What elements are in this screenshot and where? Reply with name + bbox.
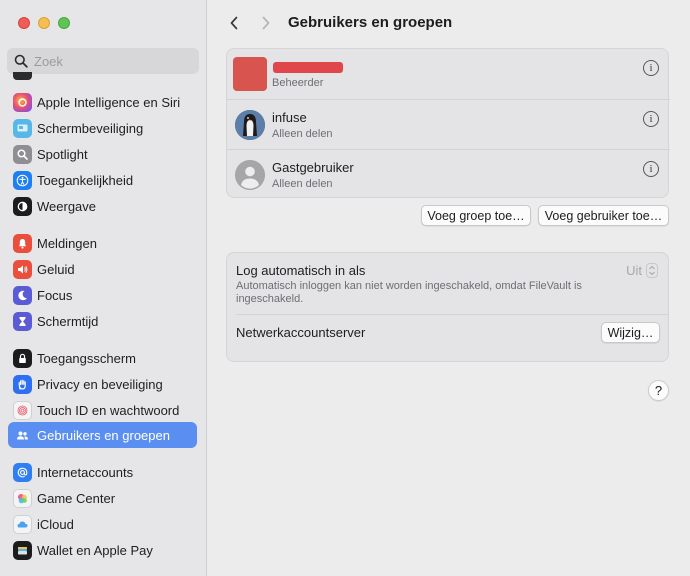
game-center-icon [13, 488, 32, 508]
siri-icon [13, 92, 32, 112]
user-row-infuse[interactable]: infuse Alleen delen i [227, 99, 670, 149]
info-icon[interactable]: i [643, 60, 659, 76]
info-icon[interactable]: i [643, 161, 659, 177]
sidebar-item-lock-screen[interactable]: Toegangsscherm [8, 345, 197, 371]
sidebar-item-icloud[interactable]: iCloud [8, 511, 197, 537]
sidebar-item-label: Spotlight [37, 146, 88, 162]
sidebar-item-sound[interactable]: Geluid [8, 256, 197, 282]
user-row-admin[interactable]: Beheerder i [227, 49, 670, 99]
sidebar-item-screentime[interactable]: Schermtijd [8, 308, 197, 334]
sidebar-item-users-groups[interactable]: Gebruikers en groepen [8, 422, 197, 448]
add-user-button[interactable]: Voeg gebruiker toe… [538, 205, 669, 226]
sidebar-item-label: Focus [37, 287, 73, 303]
sidebar-item-internet-accounts[interactable]: Internetaccounts [8, 459, 197, 485]
sidebar-item-label: Weergave [37, 198, 97, 214]
sidebar-item-screensaver[interactable]: Schermbeveiliging [8, 115, 197, 141]
focus-icon [13, 285, 32, 305]
screentime-icon [13, 311, 32, 331]
sidebar-item-label: Game Center [37, 490, 116, 506]
screensaver-icon [13, 118, 32, 138]
sidebar-item-label: Schermtijd [37, 313, 99, 329]
window-controls [18, 17, 70, 29]
sidebar-item-touch-id[interactable]: Touch ID en wachtwoord [8, 397, 197, 423]
notifications-icon [13, 233, 32, 253]
sidebar-item-label: Apple Intelligence en Siri [37, 94, 181, 110]
search-input[interactable] [34, 53, 184, 69]
sidebar-item-label: Internetaccounts [37, 464, 134, 480]
popup-stepper-icon [646, 263, 658, 278]
wallet-icon [13, 540, 32, 560]
avatar [235, 110, 265, 140]
appearance-icon [13, 196, 32, 216]
users-list: Beheerder i infuse Alleen delen i Gastge… [226, 48, 670, 199]
sidebar: Apple Intelligence en Siri Schermbeveili… [0, 0, 207, 576]
spotlight-icon [13, 144, 32, 164]
sidebar-item-spotlight[interactable]: Spotlight [8, 141, 197, 167]
minimize-window-button[interactable] [38, 17, 50, 29]
sidebar-item-accessibility[interactable]: Toegankelijkheid [8, 167, 197, 193]
login-options: Log automatisch in als Uit Automatisch i… [226, 252, 669, 362]
help-button[interactable]: ? [648, 380, 669, 401]
page-title: Gebruikers en groepen [288, 14, 453, 31]
sidebar-item-label: iCloud [37, 516, 74, 532]
sidebar-item-privacy[interactable]: Privacy en beveiliging [8, 371, 197, 397]
close-window-button[interactable] [18, 17, 30, 29]
search-icon [14, 54, 28, 68]
sidebar-item-scrolled[interactable] [8, 72, 197, 80]
sidebar-item-wallet[interactable]: Wallet en Apple Pay [8, 537, 197, 563]
partial-icon [13, 72, 32, 80]
sidebar-item-label: Schermbeveiliging [37, 120, 144, 136]
privacy-hand-icon [13, 374, 32, 394]
search-field[interactable] [7, 48, 199, 74]
accessibility-icon [13, 170, 32, 190]
sidebar-item-label: Gebruikers en groepen [37, 427, 170, 443]
back-button[interactable] [224, 13, 244, 33]
sidebar-item-game-center[interactable]: Game Center [8, 485, 197, 511]
sidebar-item-label: Meldingen [37, 235, 97, 251]
divider [236, 314, 668, 315]
sidebar-item-focus[interactable]: Focus [8, 282, 197, 308]
sidebar-item-notifications[interactable]: Meldingen [8, 230, 197, 256]
sidebar-item-apple-intelligence[interactable]: Apple Intelligence en Siri [8, 89, 197, 115]
sidebar-item-label: Toegankelijkheid [37, 172, 134, 188]
at-icon [13, 462, 32, 482]
forward-button[interactable] [256, 13, 276, 33]
redacted-user-name [273, 62, 343, 73]
network-account-label: Netwerkaccountserver [236, 325, 366, 340]
sound-icon [13, 259, 32, 279]
sidebar-item-label: Touch ID en wachtwoord [37, 402, 180, 418]
add-group-button[interactable]: Voeg groep toe… [421, 205, 531, 226]
avatar [235, 160, 265, 190]
icloud-icon [13, 514, 32, 534]
zoom-window-button[interactable] [58, 17, 70, 29]
lock-screen-icon [13, 348, 32, 368]
main-content: Gebruikers en groepen Beheerder i infuse… [208, 0, 690, 576]
chevron-right-icon [262, 16, 270, 30]
sidebar-item-label: Toegangsscherm [37, 350, 136, 366]
auto-login-value: Uit [626, 263, 642, 278]
user-row-guest[interactable]: Gastgebruiker Alleen delen i [227, 149, 670, 199]
auto-login-label: Log automatisch in als [236, 263, 366, 278]
users-icon [13, 426, 32, 445]
sidebar-item-label: Geluid [37, 261, 75, 277]
info-icon[interactable]: i [643, 111, 659, 127]
avatar [233, 57, 267, 91]
user-role: Beheerder [272, 77, 324, 89]
user-name: Gastgebruiker [272, 160, 354, 175]
chevron-left-icon [230, 16, 238, 30]
sidebar-item-label: Privacy en beveiliging [37, 376, 163, 392]
user-role: Alleen delen [272, 178, 333, 190]
user-name: infuse [272, 110, 307, 125]
auto-login-popup[interactable]: Uit [626, 263, 658, 278]
sidebar-item-label: Wallet en Apple Pay [37, 542, 153, 558]
edit-network-server-button[interactable]: Wijzig… [601, 322, 660, 343]
auto-login-description: Automatisch inloggen kan niet worden ing… [236, 280, 582, 305]
user-role: Alleen delen [272, 128, 333, 140]
sidebar-item-appearance[interactable]: Weergave [8, 193, 197, 219]
fingerprint-icon [13, 400, 32, 420]
